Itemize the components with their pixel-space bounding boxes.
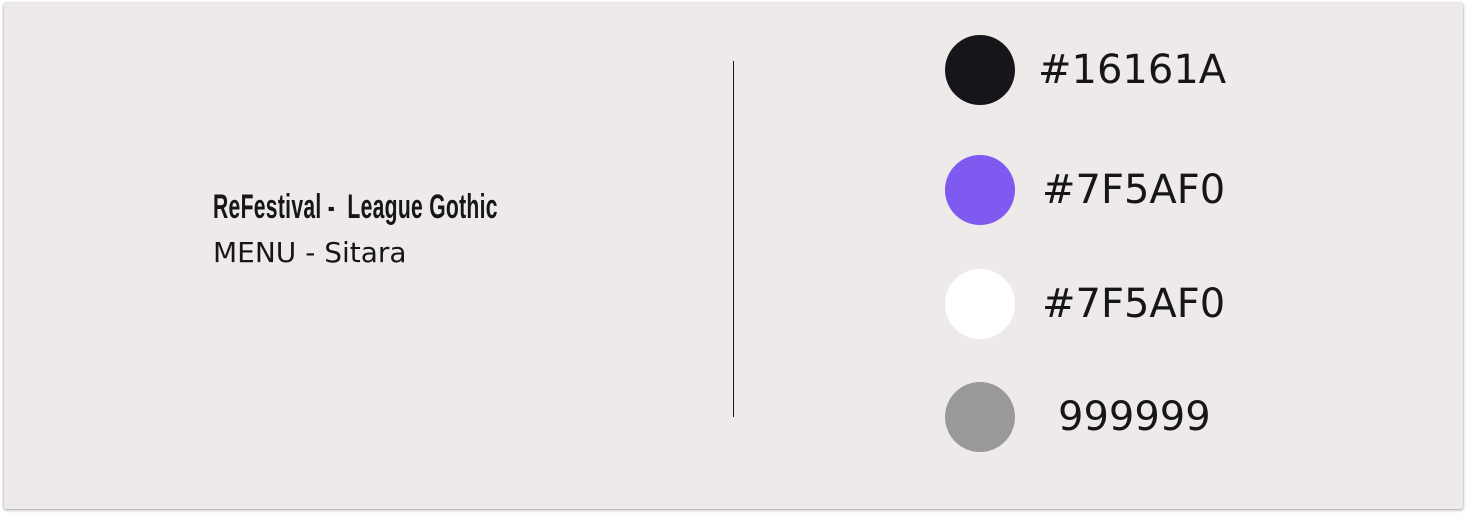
font-title-sample: ReFestival - League Gothic xyxy=(213,188,498,226)
palette-item: #16161A xyxy=(945,35,1265,105)
style-guide-card: ReFestival - League Gothic MENU - Sitara… xyxy=(4,3,1463,509)
font-subtitle-sample: MENU - Sitara xyxy=(213,236,407,269)
palette-item: #7F5AF0 xyxy=(945,155,1265,225)
color-swatch xyxy=(945,35,1015,105)
color-label: #7F5AF0 xyxy=(1042,167,1226,213)
color-swatch xyxy=(945,155,1015,225)
typography-block: ReFestival - League Gothic MENU - Sitara xyxy=(213,183,672,273)
color-label: 999999 xyxy=(1058,394,1211,440)
color-label: #16161A xyxy=(1038,47,1227,93)
palette-item: #7F5AF0 xyxy=(945,269,1265,339)
color-swatch xyxy=(945,269,1015,339)
vertical-divider xyxy=(733,61,734,417)
color-label: #7F5AF0 xyxy=(1042,281,1226,327)
palette-item: 999999 xyxy=(945,382,1265,452)
color-swatch xyxy=(945,382,1015,452)
